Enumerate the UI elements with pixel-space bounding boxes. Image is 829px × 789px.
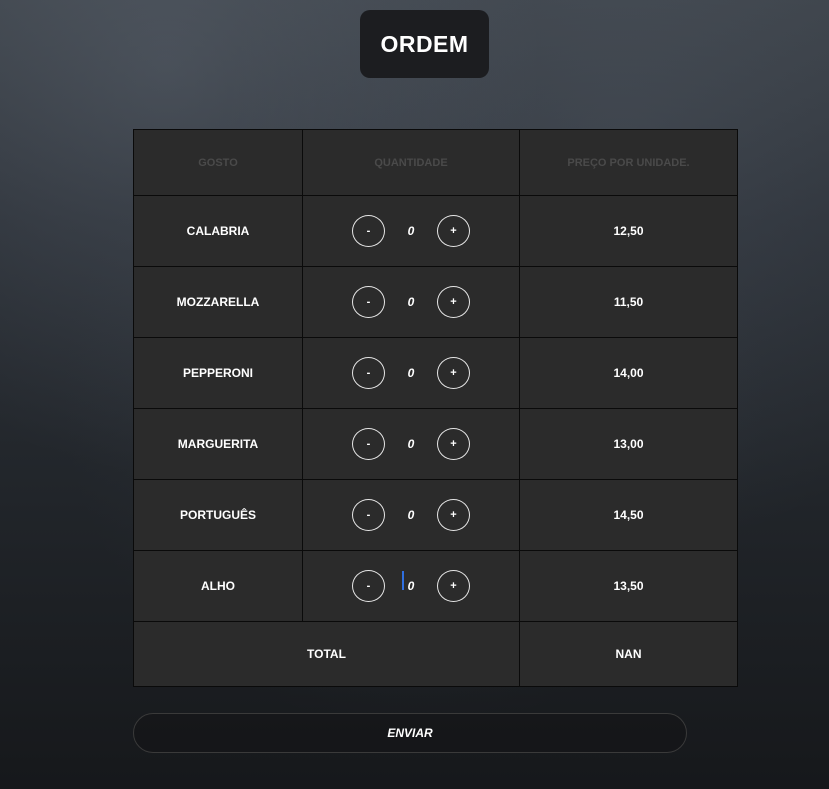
flavor-name: PEPPERONI	[133, 337, 303, 409]
quantity-cell: - 0 +	[302, 195, 520, 267]
decrement-button[interactable]: -	[352, 499, 385, 531]
increment-button[interactable]: +	[437, 215, 470, 247]
increment-button[interactable]: +	[437, 570, 470, 602]
quantity-cell: - 0 +	[302, 266, 520, 338]
header-unit-price: PREÇO POR UNIDADE.	[519, 129, 738, 196]
decrement-button[interactable]: -	[352, 570, 385, 602]
quantity-value[interactable]: 0	[385, 366, 437, 380]
quantity-value[interactable]: 0	[385, 224, 437, 238]
table-row: CALABRIA - 0 + 12,50	[133, 195, 738, 267]
quantity-value: 0	[407, 579, 415, 593]
table-header-row: GOSTO QUANTIDADE PREÇO POR UNIDADE.	[133, 129, 738, 196]
increment-button[interactable]: +	[437, 357, 470, 389]
order-table: GOSTO QUANTIDADE PREÇO POR UNIDADE. CALA…	[133, 129, 738, 687]
decrement-button[interactable]: -	[352, 357, 385, 389]
quantity-cell: - 0 +	[302, 337, 520, 409]
decrement-button[interactable]: -	[352, 428, 385, 460]
page-title: ORDEM	[380, 30, 469, 57]
flavor-name: PORTUGUÊS	[133, 479, 303, 551]
table-row: MARGUERITA - 0 + 13,00	[133, 408, 738, 480]
increment-button[interactable]: +	[437, 428, 470, 460]
header-quantity: QUANTIDADE	[302, 129, 520, 196]
quantity-cell: - 0 +	[302, 479, 520, 551]
quantity-stepper: - 0 +	[303, 499, 519, 531]
total-row: TOTAL NAN	[133, 621, 738, 687]
submit-button-label: ENVIAR	[387, 726, 433, 740]
flavor-name: MOZZARELLA	[133, 266, 303, 338]
quantity-value[interactable]: 0	[385, 437, 437, 451]
table-row: PORTUGUÊS - 0 + 14,50	[133, 479, 738, 551]
total-label: TOTAL	[133, 621, 520, 687]
unit-price: 14,00	[519, 337, 738, 409]
unit-price: 11,50	[519, 266, 738, 338]
quantity-cell: - 0 +	[302, 408, 520, 480]
quantity-stepper: - 0 +	[303, 286, 519, 318]
unit-price: 13,00	[519, 408, 738, 480]
table-row: MOZZARELLA - 0 + 11,50	[133, 266, 738, 338]
increment-button[interactable]: +	[437, 499, 470, 531]
unit-price: 12,50	[519, 195, 738, 267]
total-value: NAN	[519, 621, 738, 687]
quantity-value[interactable]: 0	[385, 508, 437, 522]
text-cursor	[402, 571, 404, 590]
flavor-name: CALABRIA	[133, 195, 303, 267]
quantity-stepper: - 0 +	[303, 357, 519, 389]
table-row: ALHO - 0 + 13,50	[133, 550, 738, 622]
submit-button[interactable]: ENVIAR	[133, 713, 687, 753]
header-flavor: GOSTO	[133, 129, 303, 196]
decrement-button[interactable]: -	[352, 215, 385, 247]
quantity-stepper: - 0 +	[303, 215, 519, 247]
page-title-box: ORDEM	[360, 10, 489, 78]
unit-price: 14,50	[519, 479, 738, 551]
table-row: PEPPERONI - 0 + 14,00	[133, 337, 738, 409]
unit-price: 13,50	[519, 550, 738, 622]
increment-button[interactable]: +	[437, 286, 470, 318]
quantity-stepper: - 0 +	[303, 428, 519, 460]
quantity-stepper: - 0 +	[303, 570, 519, 602]
decrement-button[interactable]: -	[352, 286, 385, 318]
quantity-value[interactable]: 0	[385, 295, 437, 309]
quantity-input-focused[interactable]: 0	[385, 571, 437, 593]
flavor-name: MARGUERITA	[133, 408, 303, 480]
flavor-name: ALHO	[133, 550, 303, 622]
quantity-cell: - 0 +	[302, 550, 520, 622]
